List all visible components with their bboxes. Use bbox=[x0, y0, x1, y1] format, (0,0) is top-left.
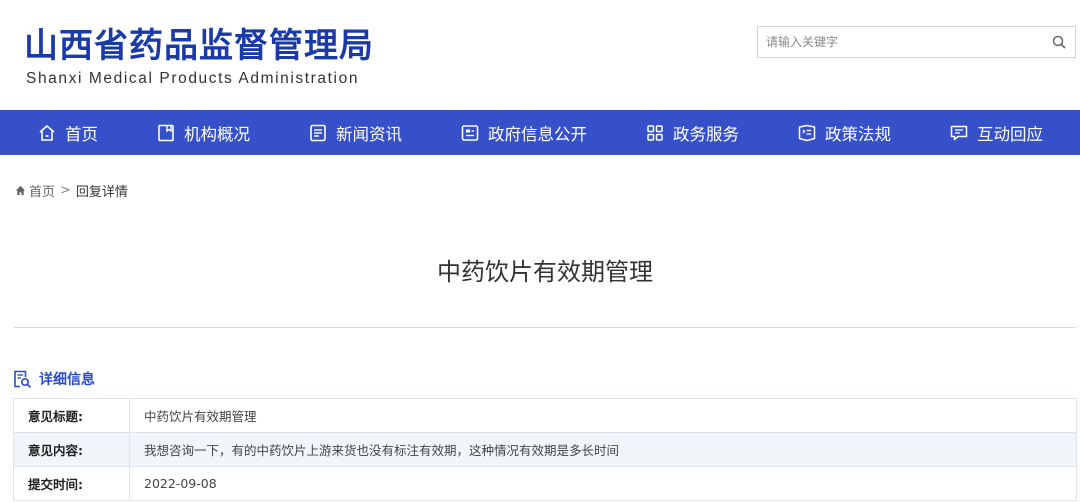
field-value: 中药饮片有效期管理 bbox=[129, 398, 1077, 433]
nav-item-label: 新闻资讯 bbox=[336, 124, 402, 144]
breadcrumb-home-label: 首页 bbox=[29, 185, 56, 200]
title-divider bbox=[14, 327, 1076, 328]
document-icon bbox=[158, 124, 174, 141]
page-title: 中药饮片有效期管理 bbox=[437, 258, 653, 286]
regulation-icon bbox=[798, 124, 816, 141]
info-list-icon bbox=[461, 124, 479, 141]
detail-heading-label: 详细信息 bbox=[39, 372, 95, 388]
field-value: 我想咨询一下，有的中药饮片上游来货也没有标注有效期，这种情况有效期是多长时间 bbox=[129, 432, 1077, 467]
search-icon[interactable] bbox=[1049, 32, 1069, 52]
news-icon bbox=[310, 124, 326, 141]
nav-item-label: 机构概况 bbox=[184, 124, 250, 144]
nav-item-news[interactable]: 新闻资讯 bbox=[308, 110, 402, 155]
field-value: 2022-09-08 bbox=[129, 466, 1077, 501]
search-input[interactable] bbox=[758, 27, 1028, 57]
nav-item-label: 政府信息公开 bbox=[488, 124, 587, 144]
grid-icon bbox=[647, 124, 663, 141]
field-label: 意见标题: bbox=[13, 398, 130, 433]
breadcrumb: 首页 > 回复详情 bbox=[15, 181, 128, 200]
breadcrumb-home[interactable]: 首页 bbox=[15, 181, 55, 200]
home-icon bbox=[15, 185, 26, 196]
field-label: 提交时间: bbox=[13, 466, 130, 501]
main-nav: 首页 机构概况 新闻资讯 政府信息公开 政务服务 政策法规 互动回应 bbox=[0, 110, 1080, 155]
nav-item-regulations[interactable]: 政策法规 bbox=[797, 110, 891, 155]
nav-item-about[interactable]: 机构概况 bbox=[156, 110, 250, 155]
nav-item-services[interactable]: 政务服务 bbox=[645, 110, 739, 155]
detail-search-icon bbox=[14, 370, 31, 388]
table-row: 意见标题: 中药饮片有效期管理 bbox=[13, 398, 1077, 433]
field-label: 意见内容: bbox=[13, 432, 130, 467]
breadcrumb-separator: > bbox=[60, 183, 71, 198]
chat-icon bbox=[950, 125, 968, 140]
site-logo-subtitle: Shanxi Medical Products Administration bbox=[26, 70, 360, 87]
detail-table: 意见标题: 中药饮片有效期管理 意见内容: 我想咨询一下，有的中药饮片上游来货也… bbox=[13, 398, 1077, 501]
nav-item-home[interactable]: 首页 bbox=[37, 110, 98, 155]
search-box bbox=[757, 26, 1076, 58]
nav-item-gov-info[interactable]: 政府信息公开 bbox=[460, 110, 587, 155]
detail-section-heading: 详细信息 bbox=[12, 369, 95, 389]
home-icon bbox=[39, 124, 55, 141]
nav-item-label: 互动回应 bbox=[977, 124, 1043, 144]
breadcrumb-current: 回复详情 bbox=[75, 185, 128, 200]
nav-item-label: 首页 bbox=[65, 124, 98, 144]
nav-item-label: 政策法规 bbox=[825, 124, 891, 144]
nav-item-interaction[interactable]: 互动回应 bbox=[949, 110, 1043, 155]
table-row: 意见内容: 我想咨询一下，有的中药饮片上游来货也没有标注有效期，这种情况有效期是… bbox=[13, 432, 1077, 467]
table-row: 提交时间: 2022-09-08 bbox=[13, 466, 1077, 501]
nav-item-label: 政务服务 bbox=[673, 124, 739, 144]
site-logo-title[interactable]: 山西省药品监督管理局 bbox=[24, 26, 374, 66]
site-header: 山西省药品监督管理局 Shanxi Medical Products Admin… bbox=[0, 0, 1080, 110]
